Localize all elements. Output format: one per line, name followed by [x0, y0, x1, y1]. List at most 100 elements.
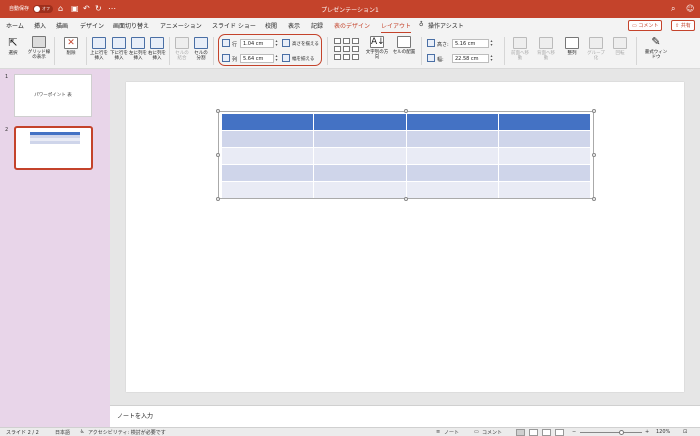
share-button[interactable]: ⇧ 共有 [671, 20, 695, 31]
resize-handle[interactable] [592, 109, 596, 113]
slide-counter: スライド 2 / 2 [6, 430, 39, 436]
tab-draw[interactable]: 描画 [56, 21, 68, 30]
slide-thumbnail-2[interactable] [14, 126, 93, 170]
zoom-slider-thumb[interactable] [619, 430, 624, 435]
group-icon [589, 37, 603, 49]
lightbulb-icon: ♁ [419, 21, 424, 28]
align-top-right-icon[interactable] [352, 38, 359, 44]
tab-record[interactable]: 記録 [311, 21, 323, 30]
divider [327, 37, 328, 65]
rotate-label: 回転 [615, 51, 625, 56]
tab-transitions[interactable]: 画面切り替え [113, 21, 149, 30]
split-cells-button[interactable]: セルの分割 [193, 37, 209, 61]
insert-below-button[interactable]: 下に行を挿入 [110, 37, 128, 61]
tab-table-design[interactable]: 表のデザイン [334, 21, 370, 30]
tab-tell-me[interactable]: 操作アシスト [428, 21, 464, 30]
zoom-level[interactable]: 120% [656, 429, 670, 435]
divider [421, 37, 422, 65]
align-label: 整列 [567, 51, 577, 56]
notes-pane[interactable]: ノートを入力 [110, 405, 700, 427]
insert-left-button[interactable]: 左に列を挿入 [129, 37, 147, 61]
account-icon[interactable]: ☺ [686, 4, 694, 13]
align-button[interactable]: 整列 [562, 37, 582, 56]
align-middle-center-icon[interactable] [343, 46, 350, 52]
zoom-out-icon[interactable]: − [572, 429, 576, 435]
table-width-icon [427, 54, 435, 62]
format-pane-button[interactable]: ✎ 書式ウィンドウ [643, 36, 669, 61]
tab-view[interactable]: 表示 [288, 21, 300, 30]
slide-number: 2 [5, 127, 9, 133]
notes-button[interactable]: ノート [444, 429, 459, 436]
slide-sorter-button[interactable] [529, 429, 538, 436]
size-group-highlight [218, 34, 322, 66]
search-icon[interactable]: ⌕ [671, 4, 675, 13]
tab-animations[interactable]: アニメーション [160, 21, 202, 30]
align-top-left-icon[interactable] [334, 38, 341, 44]
tab-review[interactable]: 校閲 [265, 21, 277, 30]
text-direction-button[interactable]: A↓ 文字列の方向 [365, 36, 389, 60]
resize-handle[interactable] [592, 197, 596, 201]
send-backward-button[interactable]: 背面へ移動 [535, 37, 557, 61]
slide-thumbnail-text: パワーポイント 表 [34, 93, 72, 98]
insert-right-button[interactable]: 右に列を挿入 [148, 37, 166, 61]
comments-icon: ▭ [474, 429, 479, 435]
format-pane-label: 書式ウィンドウ [644, 50, 668, 60]
reading-view-button[interactable] [542, 429, 551, 436]
bring-forward-label: 前面へ移動 [511, 51, 529, 61]
tab-slideshow[interactable]: スライド ショー [212, 21, 256, 30]
resize-handle[interactable] [404, 109, 408, 113]
resize-handle[interactable] [592, 153, 596, 157]
group-button[interactable]: グループ化 [585, 37, 607, 61]
tab-home[interactable]: ホーム [6, 21, 24, 30]
share-button-label: 共有 [680, 23, 691, 29]
table-width-field: 幅: 22.58 cm ▴ ▾ [427, 54, 499, 63]
gridlines-button[interactable]: グリッド線の表示 [27, 36, 51, 60]
resize-handle[interactable] [216, 153, 220, 157]
table-height-input[interactable]: 5.16 cm [452, 39, 489, 48]
zoom-in-icon[interactable]: + [645, 429, 649, 435]
merge-cells-button[interactable]: セルの結合 [174, 37, 190, 61]
table-height-stepper[interactable]: ▴ ▾ [489, 39, 494, 48]
resize-handle[interactable] [216, 197, 220, 201]
cell-margins-button[interactable]: セルの配置 [392, 36, 416, 55]
align-bottom-right-icon[interactable] [352, 54, 359, 60]
thumbnail-table-row [30, 141, 80, 144]
slide-thumbnail-1[interactable]: パワーポイント 表 [14, 74, 92, 117]
insert-above-label: 上に行を挿入 [90, 51, 108, 61]
tab-design[interactable]: デザイン [80, 21, 104, 30]
comment-button-label: コメント [638, 23, 659, 29]
title-bar: 自動保存 オフ ⌂ ▣ ↶ ↻ ⋯ プレゼンテーション1 ⌕ ☺ [0, 0, 700, 18]
align-top-center-icon[interactable] [343, 38, 350, 44]
table-width-stepper[interactable]: ▴ ▾ [489, 54, 494, 63]
comments-button[interactable]: コメント [482, 429, 502, 436]
insert-right-label: 右に列を挿入 [148, 51, 166, 61]
insert-col-left-icon [131, 37, 145, 49]
normal-view-button[interactable] [516, 429, 525, 436]
align-bottom-center-icon[interactable] [343, 54, 350, 60]
rotate-button[interactable]: 回転 [610, 37, 630, 56]
divider [54, 37, 55, 65]
tab-insert[interactable]: 挿入 [34, 21, 46, 30]
resize-handle[interactable] [404, 197, 408, 201]
slideshow-button[interactable] [555, 429, 564, 436]
bring-forward-button[interactable]: 前面へ移動 [509, 37, 531, 61]
text-direction-label: 文字列の方向 [365, 50, 389, 60]
notes-icon: ≡ [436, 429, 441, 435]
zoom-slider[interactable] [580, 432, 642, 433]
table-height-icon [427, 39, 435, 47]
language-indicator[interactable]: 日本語 [55, 429, 70, 436]
table-width-input[interactable]: 22.58 cm [452, 54, 489, 63]
resize-handle[interactable] [216, 109, 220, 113]
select-button[interactable]: ⇱ 選択 [5, 37, 21, 57]
align-bottom-left-icon[interactable] [334, 54, 341, 60]
insert-above-button[interactable]: 上に行を挿入 [90, 37, 108, 61]
align-middle-left-icon[interactable] [334, 46, 341, 52]
tab-layout[interactable]: レイアウト [381, 21, 412, 34]
delete-button[interactable]: ✕ 削除 [60, 37, 82, 56]
height-label: 高さ: [437, 42, 449, 48]
accessibility-status[interactable]: アクセシビリティ: 検討が必要です [88, 429, 166, 436]
comment-button[interactable]: ▭ コメント [628, 20, 663, 31]
split-label: セルの分割 [194, 51, 208, 61]
align-middle-right-icon[interactable] [352, 46, 359, 52]
fit-slide-icon[interactable]: ⊡ [683, 429, 687, 435]
